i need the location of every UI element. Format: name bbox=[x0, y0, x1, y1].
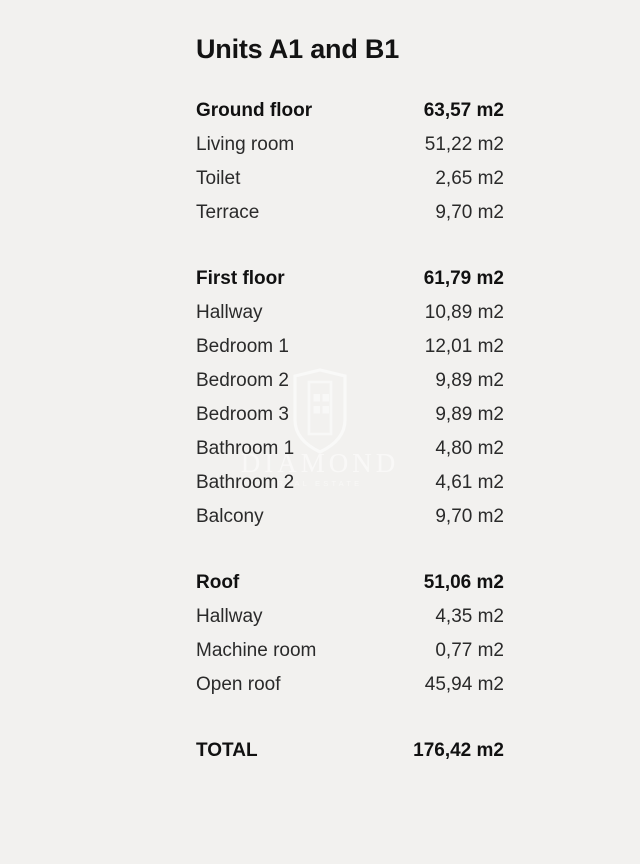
row-label: Bedroom 2 bbox=[196, 370, 289, 391]
row-value: 9,89 m2 bbox=[435, 370, 504, 391]
group-header-label: Ground floor bbox=[196, 100, 313, 121]
table-row: Bathroom 2 4,61 m2 bbox=[196, 466, 504, 500]
group-header-value: 51,06 m2 bbox=[423, 572, 504, 593]
table-row: Bedroom 1 12,01 m2 bbox=[196, 330, 504, 364]
total-row: TOTAL 176,42 m2 bbox=[196, 734, 504, 768]
schedule-content: Units A1 and B1 Ground floor 63,57 m2 Li… bbox=[196, 32, 504, 768]
row-label: Bathroom 2 bbox=[196, 472, 295, 493]
row-value: 12,01 m2 bbox=[424, 336, 504, 357]
page-title: Units A1 and B1 bbox=[196, 34, 400, 64]
total-label: TOTAL bbox=[196, 740, 258, 761]
row-label: Terrace bbox=[196, 202, 260, 223]
group-roof: Roof 51,06 m2 Hallway 4,35 m2 Machine ro… bbox=[196, 566, 504, 702]
area-schedule-sheet: DIAMOND REAL ESTATE Units A1 and B1 Grou… bbox=[0, 0, 640, 864]
row-value: 10,89 m2 bbox=[424, 302, 504, 323]
row-value: 4,61 m2 bbox=[435, 472, 504, 493]
row-value: 45,94 m2 bbox=[424, 674, 504, 695]
table-row: Hallway 4,35 m2 bbox=[196, 600, 504, 634]
row-value: 51,22 m2 bbox=[424, 134, 504, 155]
row-label: Hallway bbox=[196, 606, 263, 627]
table-row: Machine room 0,77 m2 bbox=[196, 634, 504, 668]
row-value: 0,77 m2 bbox=[435, 640, 504, 661]
row-label: Toilet bbox=[196, 168, 241, 189]
row-label: Bedroom 1 bbox=[196, 336, 289, 357]
group-header-label: First floor bbox=[196, 268, 285, 289]
table-row: Bedroom 2 9,89 m2 bbox=[196, 364, 504, 398]
row-label: Machine room bbox=[196, 640, 317, 661]
table-row: Hallway 10,89 m2 bbox=[196, 296, 504, 330]
table-row: Bedroom 3 9,89 m2 bbox=[196, 398, 504, 432]
table-row: Balcony 9,70 m2 bbox=[196, 500, 504, 534]
row-value: 2,65 m2 bbox=[435, 168, 504, 189]
group-header-row: Ground floor 63,57 m2 bbox=[196, 94, 504, 128]
row-label: Open roof bbox=[196, 674, 281, 695]
group-first-floor: First floor 61,79 m2 Hallway 10,89 m2 Be… bbox=[196, 262, 504, 534]
row-label: Bathroom 1 bbox=[196, 438, 295, 459]
table-row: Open roof 45,94 m2 bbox=[196, 668, 504, 702]
table-row: Living room 51,22 m2 bbox=[196, 128, 504, 162]
row-value: 4,35 m2 bbox=[435, 606, 504, 627]
group-ground-floor: Ground floor 63,57 m2 Living room 51,22 … bbox=[196, 94, 504, 230]
row-label: Living room bbox=[196, 134, 295, 155]
group-total: TOTAL 176,42 m2 bbox=[196, 734, 504, 768]
total-value: 176,42 m2 bbox=[413, 740, 504, 761]
row-value: 9,70 m2 bbox=[435, 506, 504, 527]
table-row: Toilet 2,65 m2 bbox=[196, 162, 504, 196]
row-value: 4,80 m2 bbox=[435, 438, 504, 459]
group-header-value: 61,79 m2 bbox=[423, 268, 504, 289]
row-label: Hallway bbox=[196, 302, 263, 323]
group-header-row: First floor 61,79 m2 bbox=[196, 262, 504, 296]
row-label: Bedroom 3 bbox=[196, 404, 289, 425]
table-row: Bathroom 1 4,80 m2 bbox=[196, 432, 504, 466]
row-value: 9,89 m2 bbox=[435, 404, 504, 425]
row-label: Balcony bbox=[196, 506, 264, 527]
row-value: 9,70 m2 bbox=[435, 202, 504, 223]
group-header-label: Roof bbox=[196, 572, 240, 593]
table-row: Terrace 9,70 m2 bbox=[196, 196, 504, 230]
group-header-row: Roof 51,06 m2 bbox=[196, 566, 504, 600]
group-header-value: 63,57 m2 bbox=[423, 100, 504, 121]
